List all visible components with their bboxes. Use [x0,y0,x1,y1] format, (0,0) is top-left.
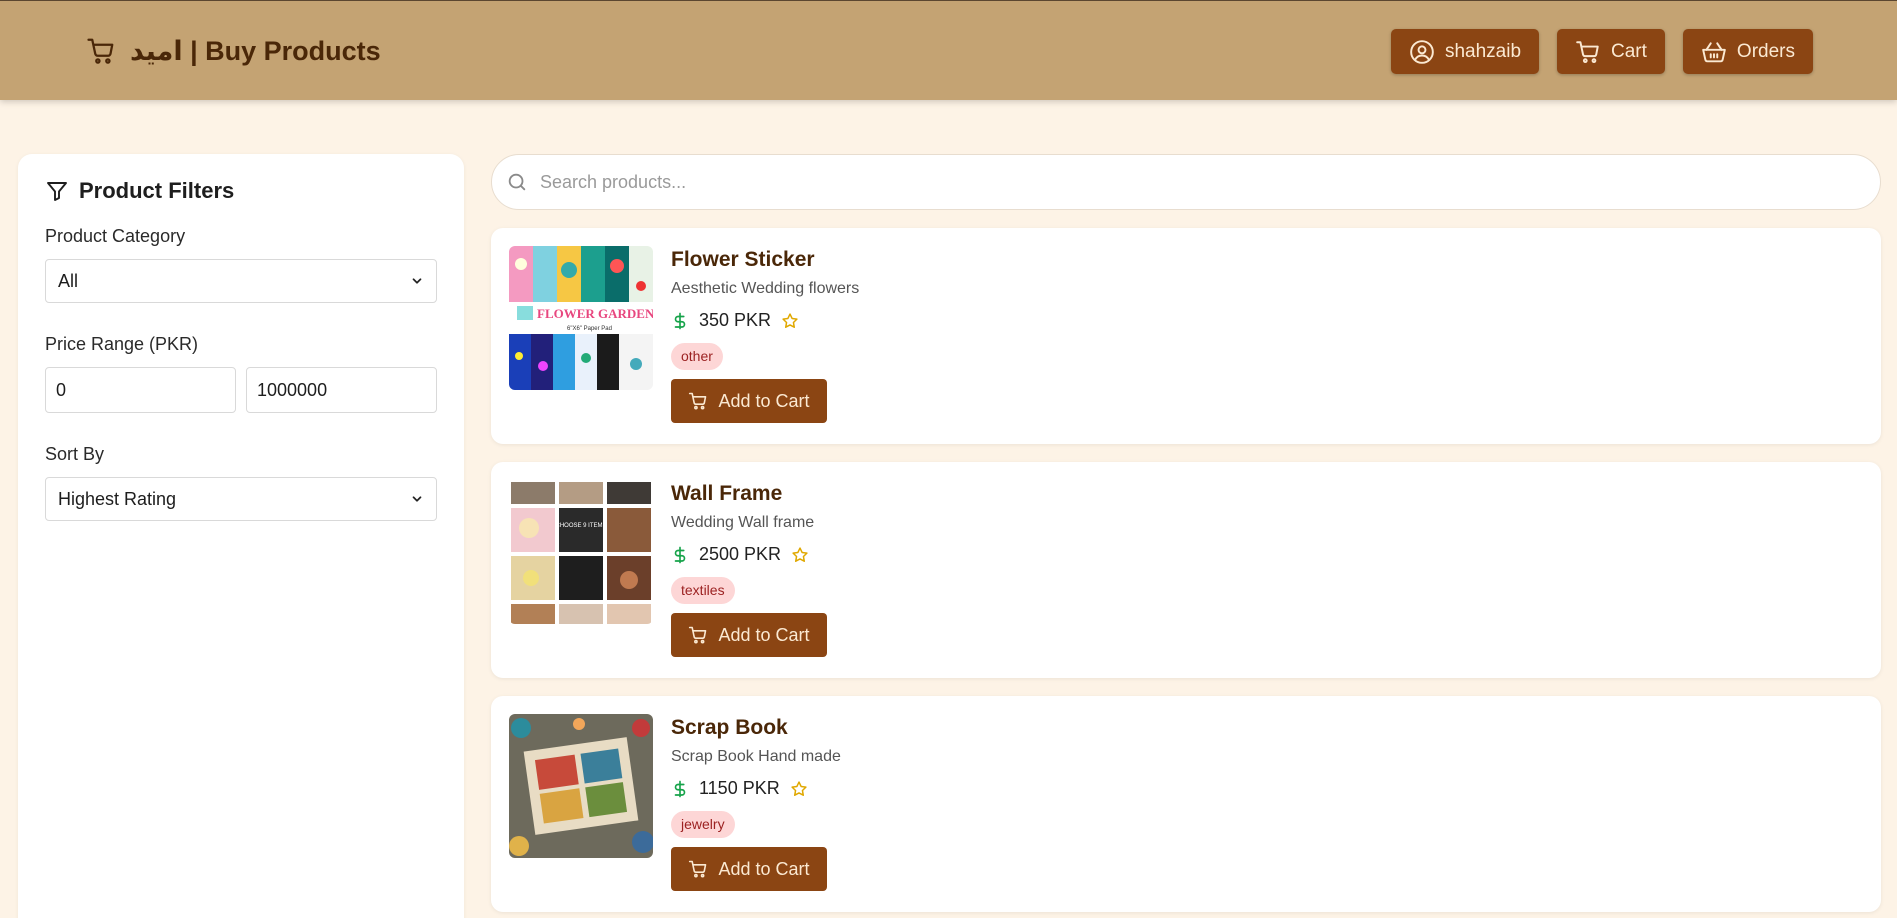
product-description: Wedding Wall frame [671,514,815,531]
sort-value: Highest Rating [58,488,177,509]
category-tag: jewelry [671,811,735,838]
dollar-icon [674,546,686,563]
chevron-down-icon [412,496,422,502]
price-row: 2500 PKR [671,544,827,565]
product-price: 350 PKR [699,310,772,330]
product-image: CHOOSE 9 ITEMS [509,480,653,624]
price-max-input[interactable]: 1000000 [246,367,437,413]
filter-title: Product Filters [45,178,437,204]
sort-select[interactable]: Highest Rating [45,477,437,521]
sort-label: Sort By [45,444,105,464]
price-min-input[interactable]: 0 [45,367,236,413]
cart-icon [689,860,707,878]
profile-label: shahzaib [1444,40,1522,62]
product-info: Scrap Book Scrap Book Hand made 1150 PKR… [671,716,841,891]
product-info: Flower Sticker Aesthetic Wedding flowers… [671,248,859,423]
cart-label: Cart [1611,40,1647,62]
product-price: 2500 PKR [699,544,782,564]
search-input[interactable]: Search products... [540,172,686,193]
product-info: Wall Frame Wedding Wall frame 2500 PKR t… [671,482,827,657]
brand-title: امید | Buy Products [130,35,381,66]
product-price: 1150 PKR [699,778,780,798]
add-to-cart-button[interactable]: Add to Cart [671,613,827,657]
chevron-down-icon [412,278,422,284]
cart-icon [689,392,707,410]
filter-icon [47,182,67,201]
filter-panel: Product Filters Product Category All Pri… [18,154,464,918]
add-to-cart-button[interactable]: Add to Cart [671,847,827,891]
dollar-icon [674,780,686,797]
add-to-cart-label: Add to Cart [718,390,810,411]
flower-garden-text: FLOWER GARDEN [537,306,653,321]
star-icon[interactable] [781,312,799,330]
filter-title-text: Product Filters [79,178,235,203]
product-name[interactable]: Wall Frame [671,482,827,506]
cart-icon [1576,40,1599,63]
price-row: 350 PKR [671,310,859,331]
price-row: 1150 PKR [671,778,841,799]
price-range-label: Price Range (PKR) [45,334,199,354]
price-range: 0 1000000 [45,367,437,413]
orders-label: Orders [1736,40,1795,62]
product-description: Aesthetic Wedding flowers [671,280,860,297]
brand[interactable]: امید | Buy Products [86,33,381,69]
star-icon[interactable] [791,546,809,564]
svg-text:6"X6" Paper Pad: 6"X6" Paper Pad [567,326,612,332]
product-image: FLOWER GARDEN 6"X6" Paper Pad [509,246,653,390]
choose-items-text: CHOOSE 9 ITEMS [555,523,606,529]
product-card: FLOWER GARDEN 6"X6" Paper Pad Flower Sti… [491,228,1881,444]
star-icon[interactable] [790,780,808,798]
product-card: CHOOSE 9 ITEMS Wall Frame Wedding Wall f… [491,462,1881,678]
search-bar[interactable]: Search products... [491,154,1881,210]
add-to-cart-button[interactable]: Add to Cart [671,379,827,423]
search-icon [508,173,526,191]
category-tag: other [671,343,723,370]
product-description: Scrap Book Hand made [671,748,841,765]
product-name[interactable]: Flower Sticker [671,248,859,272]
orders-button[interactable]: Orders [1682,29,1813,74]
product-card: Scrap Book Scrap Book Hand made 1150 PKR… [491,696,1881,912]
dollar-icon [674,312,686,329]
basket-icon [1702,41,1726,62]
top-header: امید | Buy Products shahzaib Cart Orders [0,0,1897,100]
cart-icon [689,626,707,644]
category-tag: textiles [671,577,735,604]
user-circle-icon [1410,39,1434,64]
product-image [509,714,653,858]
cart-icon [87,38,114,64]
cart-button[interactable]: Cart [1557,29,1665,74]
add-to-cart-label: Add to Cart [718,858,810,879]
category-label: Product Category [45,226,186,246]
profile-button[interactable]: shahzaib [1390,29,1540,74]
header-nav: shahzaib Cart Orders [1390,29,1813,74]
add-to-cart-label: Add to Cart [718,624,810,645]
product-name[interactable]: Scrap Book [671,716,841,740]
category-value: All [58,270,79,291]
category-select[interactable]: All [45,259,437,303]
